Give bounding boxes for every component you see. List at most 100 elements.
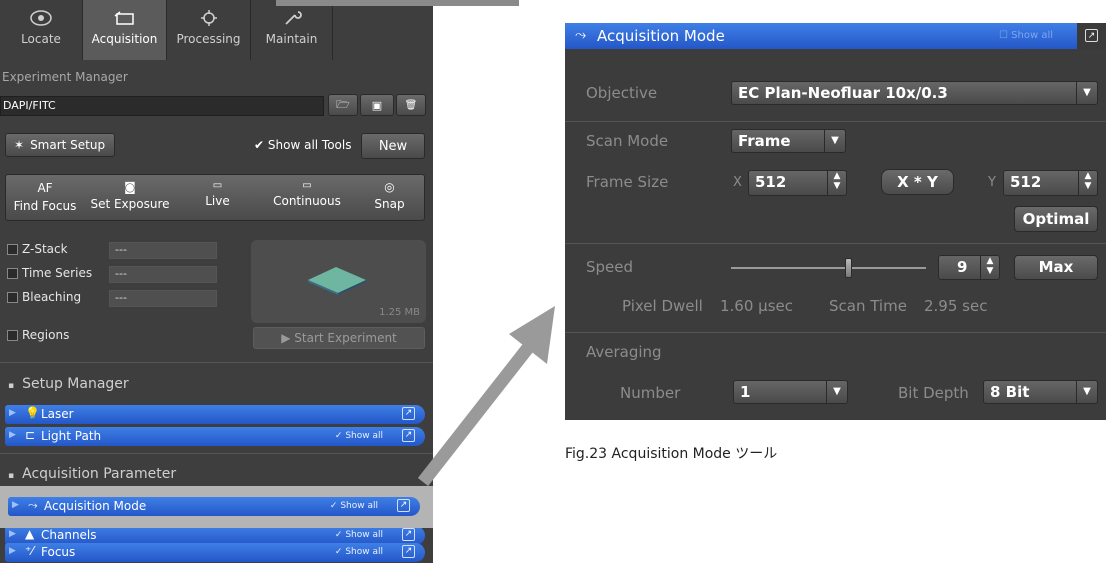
expand-arrow-icon: ▶ <box>9 546 16 556</box>
chevron-down-icon: ▼ <box>826 381 847 403</box>
stepper-icon[interactable]: ▲ ▼ <box>1078 171 1097 195</box>
open-experiment-button[interactable]: 🗁 <box>328 94 358 116</box>
bit-depth-dropdown[interactable]: 8 Bit ▼ <box>983 380 1098 404</box>
tab-acquisition[interactable]: Acquisition <box>83 0 167 60</box>
wand-icon: ✶ <box>14 138 25 152</box>
continuous-button[interactable]: ▭ Continuous <box>260 176 354 220</box>
setup-manager-header[interactable]: ▪ Setup Manager <box>8 376 129 392</box>
start-experiment-button[interactable]: ▶ Start Experiment <box>253 327 425 349</box>
objective-dropdown[interactable]: EC Plan-Neofluar 10x/0.3 ▼ <box>731 81 1098 105</box>
expand-arrow-icon: ▶ <box>12 500 19 510</box>
collapse-icon: ▪ <box>8 471 15 481</box>
stack-preview-icon <box>308 267 366 295</box>
show-all-toggle[interactable]: ✓ Show all <box>335 431 383 441</box>
pointer-arrow <box>417 306 555 487</box>
snap-label: Snap <box>374 197 405 211</box>
stepper-icon[interactable]: ▲ ▼ <box>827 171 846 195</box>
acquisition-mode-icon: ⤳ <box>575 27 587 43</box>
popout-icon[interactable]: ↗ <box>397 499 410 512</box>
y-label: Y <box>988 175 996 190</box>
frame-height-stepper[interactable]: 512 ▲ ▼ <box>1003 170 1098 196</box>
locate-icon <box>30 10 52 26</box>
maintain-icon <box>284 11 302 25</box>
x-label: X <box>733 175 742 190</box>
trash-icon: 🗑 <box>404 99 418 111</box>
tab-locate[interactable]: Locate <box>0 0 83 60</box>
scan-time-label: Scan Time <box>829 297 907 315</box>
expand-arrow-icon: ▶ <box>9 529 16 539</box>
show-all-toggle[interactable]: ✓ Show all <box>330 501 378 511</box>
popout-icon[interactable]: ↗ <box>402 528 415 541</box>
checkbox-icon: ☐ <box>999 30 1008 41</box>
panel-title: Acquisition Mode <box>597 27 725 45</box>
pixel-dwell-label: Pixel Dwell <box>622 297 703 315</box>
checkbox[interactable] <box>7 244 18 255</box>
checkbox[interactable] <box>7 330 18 341</box>
find-focus-button[interactable]: AF Find Focus <box>5 176 85 220</box>
tab-maintain[interactable]: Maintain <box>251 0 333 60</box>
save-experiment-button[interactable]: ▣ <box>360 94 394 116</box>
show-all-toggle[interactable]: ✓ Show all <box>335 530 383 540</box>
bleaching-value: --- <box>109 290 217 307</box>
popout-button[interactable]: ↗ <box>1077 23 1106 49</box>
bleaching-option[interactable]: Bleaching <box>7 290 81 304</box>
find-focus-label: Find Focus <box>13 199 77 213</box>
collapse-icon: ▪ <box>8 381 15 391</box>
acquisition-mode-icon: ⤳ <box>28 498 38 512</box>
checkbox[interactable] <box>7 268 18 279</box>
bit-depth-label: Bit Depth <box>898 384 969 402</box>
max-speed-button[interactable]: Max <box>1014 255 1098 280</box>
show-all-toggle[interactable]: ☐ Show all <box>999 30 1053 41</box>
laser-icon: 💡 <box>25 406 40 420</box>
snap-icon: ◎ <box>384 180 395 194</box>
scan-time-value: 2.95 sec <box>924 297 988 315</box>
scan-mode-dropdown[interactable]: Frame ▼ <box>731 129 846 153</box>
speed-slider-handle[interactable] <box>845 258 852 278</box>
number-label: Number <box>620 384 681 402</box>
bar-label: Light Path <box>41 429 102 443</box>
averaging-number-dropdown[interactable]: 1 ▼ <box>733 380 848 404</box>
acquisition-parameter-header[interactable]: ▪ Acquisition Parameter <box>8 466 176 482</box>
show-all-tools-label: Show all Tools <box>267 138 352 152</box>
snap-button[interactable]: ◎ Snap <box>354 176 425 220</box>
setup-light-path-bar[interactable]: ▶ ⊏ Light Path ✓ Show all ↗ <box>5 427 425 446</box>
z-stack-value: --- <box>109 242 217 259</box>
tab-processing[interactable]: Processing <box>167 0 251 60</box>
camera-icon: ◙ <box>124 180 136 194</box>
option-label: Regions <box>22 328 70 342</box>
objective-label: Objective <box>586 84 658 102</box>
regions-option[interactable]: Regions <box>7 328 69 342</box>
tab-label: Locate <box>21 32 61 46</box>
scan-mode-label: Scan Mode <box>586 132 669 150</box>
speed-stepper[interactable]: 9 ▲ ▼ <box>938 255 1000 280</box>
acquisition-mode-bar[interactable]: ▶ ⤳ Acquisition Mode ✓ Show all ↗ <box>8 497 420 516</box>
z-stack-option[interactable]: Z-Stack <box>7 242 68 256</box>
smart-setup-button[interactable]: ✶ Smart Setup <box>5 133 115 157</box>
continuous-icon: ▭ <box>302 180 312 191</box>
set-exposure-button[interactable]: ◙ Set Exposure <box>85 176 175 220</box>
experiment-select[interactable]: DAPI/FITC <box>0 96 324 116</box>
frame-size-label: Frame Size <box>586 173 669 191</box>
optimal-button[interactable]: Optimal <box>1014 206 1098 232</box>
time-series-option[interactable]: Time Series <box>7 266 92 280</box>
setup-laser-bar[interactable]: ▶ 💡 Laser ↗ <box>5 405 425 424</box>
speed-label: Speed <box>586 258 634 276</box>
show-all-tools-checkbox[interactable]: ✔ Show all Tools <box>254 138 351 152</box>
chevron-down-icon: ▼ <box>1076 381 1097 403</box>
processing-icon <box>200 10 217 26</box>
delete-experiment-button[interactable]: 🗑 <box>396 94 426 116</box>
panel-header: ⤳ Acquisition Mode ☐ Show all ↗ <box>565 23 1106 49</box>
live-button[interactable]: ▭ Live <box>175 176 260 220</box>
frame-width-stepper[interactable]: 512 ▲ ▼ <box>748 170 847 196</box>
folder-icon: 🗁 <box>336 97 350 111</box>
experiment-preview: 1.25 MB <box>251 240 426 323</box>
x-times-y-button[interactable]: X * Y <box>881 169 954 195</box>
popout-icon[interactable]: ↗ <box>402 545 415 558</box>
speed-slider-track[interactable] <box>731 258 926 278</box>
option-label: Time Series <box>22 266 93 280</box>
new-button[interactable]: New <box>361 133 425 159</box>
focus-bar[interactable]: ▶ ⁺⁄ Focus ✓ Show all ↗ <box>5 543 425 562</box>
show-all-toggle[interactable]: ✓ Show all <box>335 547 383 557</box>
checkbox[interactable] <box>7 292 18 303</box>
stepper-icon[interactable]: ▲ ▼ <box>980 256 999 279</box>
